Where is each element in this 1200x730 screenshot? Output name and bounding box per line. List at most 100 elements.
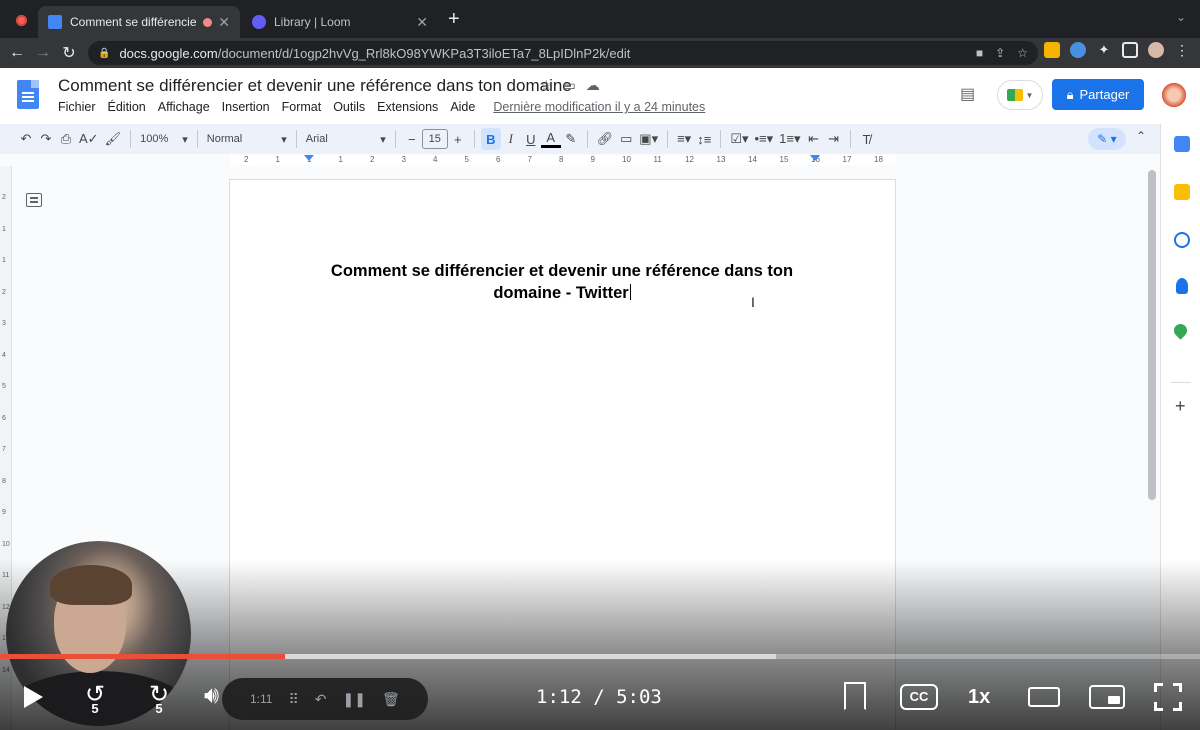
keep-icon[interactable] bbox=[1174, 184, 1190, 200]
star-icon[interactable]: ☆ bbox=[540, 77, 553, 94]
last-edit-link[interactable]: Dernière modification il y a 24 minutes bbox=[493, 100, 705, 114]
right-indent-marker-icon[interactable] bbox=[810, 155, 820, 161]
profile-avatar-icon[interactable] bbox=[1148, 42, 1164, 58]
contacts-icon[interactable] bbox=[1176, 278, 1188, 294]
bookmark-star-icon[interactable]: ☆ bbox=[1017, 46, 1028, 60]
line-spacing-icon[interactable]: ↕≡ bbox=[694, 128, 714, 150]
undo-icon[interactable]: ↶ bbox=[16, 128, 36, 150]
get-addons-plus-icon[interactable]: + bbox=[1175, 396, 1186, 417]
spellcheck-icon[interactable]: A✓ bbox=[76, 128, 102, 150]
tab-close-icon[interactable]: ✕ bbox=[416, 14, 428, 31]
highlight-color-icon[interactable]: ✎ bbox=[561, 128, 581, 150]
menu-outils[interactable]: Outils bbox=[333, 100, 365, 114]
increase-indent-icon[interactable]: ⇥ bbox=[824, 128, 844, 150]
menu-extensions[interactable]: Extensions bbox=[377, 100, 438, 114]
extensions-puzzle-icon[interactable]: ✦ bbox=[1096, 42, 1112, 58]
ruler-number: 13 bbox=[716, 155, 726, 164]
print-icon[interactable]: ⎙ bbox=[56, 128, 76, 150]
font-select[interactable]: Arial ▾ bbox=[303, 128, 389, 150]
font-value: Arial bbox=[305, 133, 328, 145]
italic-icon[interactable]: I bbox=[501, 128, 521, 150]
share-icon[interactable]: ⇪ bbox=[995, 46, 1005, 60]
webcam-hair bbox=[50, 565, 132, 605]
bold-icon[interactable]: B bbox=[480, 128, 501, 150]
decrease-indent-icon[interactable]: ⇤ bbox=[804, 128, 824, 150]
meet-button[interactable]: ▼ bbox=[997, 80, 1043, 110]
camera-icon[interactable]: ■ bbox=[976, 46, 983, 60]
document-outline-icon[interactable] bbox=[26, 193, 42, 207]
bulleted-list-icon[interactable]: •≡▾ bbox=[752, 128, 777, 150]
menu-format[interactable]: Format bbox=[282, 100, 322, 114]
comment-history-icon[interactable]: ▤ bbox=[960, 84, 975, 104]
font-size-input[interactable]: 15 bbox=[421, 129, 448, 149]
play-icon[interactable] bbox=[24, 686, 43, 708]
tasks-icon[interactable] bbox=[1174, 232, 1190, 248]
clear-formatting-icon[interactable]: T̸ bbox=[857, 128, 877, 150]
forward-arrow-icon[interactable]: → bbox=[30, 44, 56, 62]
address-bar[interactable]: 🔒 docs.google.com /document/d/1ogp2hvVg_… bbox=[88, 41, 1038, 65]
recorder-grip-icon[interactable]: ⠿ bbox=[288, 691, 298, 708]
video-progress-bar[interactable] bbox=[0, 654, 1200, 659]
numbered-list-icon[interactable]: 1≡▾ bbox=[776, 128, 803, 150]
calendar-icon[interactable] bbox=[1174, 136, 1190, 152]
back-arrow-icon[interactable]: ← bbox=[4, 44, 30, 62]
recorder-delete-icon[interactable]: 🗑︎ bbox=[382, 691, 400, 708]
menu-edition[interactable]: Édition bbox=[108, 100, 146, 114]
move-folder-icon[interactable]: ▭ bbox=[563, 77, 576, 94]
document-heading[interactable]: Comment se différencier et devenir une r… bbox=[312, 260, 812, 304]
extension-mail-icon[interactable] bbox=[1044, 42, 1060, 58]
playback-speed-button[interactable]: 1x bbox=[968, 686, 990, 709]
tab-close-icon[interactable]: ✕ bbox=[218, 14, 230, 31]
picture-in-picture-icon[interactable] bbox=[1089, 685, 1125, 709]
collapse-toolbar-chevron-icon[interactable]: ⌃ bbox=[1136, 129, 1146, 143]
paint-format-icon[interactable]: 🖌︎ bbox=[102, 128, 125, 150]
menu-insertion[interactable]: Insertion bbox=[222, 100, 270, 114]
vertical-ruler-number: 4 bbox=[2, 351, 6, 359]
menu-aide[interactable]: Aide bbox=[450, 100, 475, 114]
zoom-select[interactable]: 100% ▾ bbox=[137, 128, 191, 150]
tab-loom-library[interactable]: Library | Loom ✕ bbox=[242, 6, 438, 38]
recorder-restart-icon[interactable]: ↶ bbox=[315, 691, 327, 708]
document-title[interactable]: Comment se différencier et devenir une r… bbox=[58, 76, 572, 96]
new-tab-plus-icon[interactable]: + bbox=[448, 8, 460, 31]
maps-icon[interactable] bbox=[1171, 321, 1190, 340]
cloud-saved-icon[interactable]: ☁ bbox=[586, 77, 600, 94]
insert-link-icon[interactable]: 🔗︎ bbox=[594, 128, 617, 150]
underline-icon[interactable]: U bbox=[521, 128, 541, 150]
left-indent-marker-icon[interactable] bbox=[304, 155, 314, 161]
theater-mode-icon[interactable] bbox=[1028, 687, 1060, 707]
lock-icon: 🔒︎ bbox=[1066, 86, 1074, 102]
share-button[interactable]: 🔒︎ Partager bbox=[1052, 79, 1144, 110]
reload-icon[interactable]: ↻ bbox=[56, 43, 82, 63]
heading-line-2: domaine - Twitter bbox=[493, 284, 629, 302]
checklist-icon[interactable]: ☑▾ bbox=[727, 128, 751, 150]
insert-comment-icon[interactable]: ▭ bbox=[616, 128, 636, 150]
tab-search-chevron-icon[interactable]: ⌄ bbox=[1176, 10, 1186, 24]
decrease-font-size-icon[interactable]: − bbox=[402, 128, 422, 150]
volume-icon[interactable]: 🔊︎ bbox=[204, 682, 219, 710]
account-avatar[interactable] bbox=[1160, 81, 1188, 109]
fullscreen-icon[interactable] bbox=[1154, 683, 1182, 711]
redo-icon[interactable]: ↷ bbox=[36, 128, 56, 150]
skip-forward-button[interactable]: ↻ 5 bbox=[142, 678, 176, 716]
text-color-icon[interactable]: A bbox=[540, 130, 561, 148]
chevron-down-icon: ▾ bbox=[380, 133, 386, 146]
menu-affichage[interactable]: Affichage bbox=[158, 100, 210, 114]
insert-image-icon[interactable]: ▣▾ bbox=[636, 128, 661, 150]
sidebar-toggle-icon[interactable] bbox=[1122, 42, 1138, 58]
ruler-number: 6 bbox=[496, 155, 501, 164]
align-icon[interactable]: ≡▾ bbox=[674, 128, 694, 150]
skip-back-button[interactable]: ↺ 5 bbox=[78, 678, 112, 716]
scrollbar-thumb[interactable] bbox=[1148, 170, 1156, 500]
increase-font-size-icon[interactable]: + bbox=[448, 128, 468, 150]
closed-captions-button[interactable]: CC bbox=[900, 684, 938, 710]
recorder-pause-icon[interactable]: ❚❚ bbox=[342, 691, 365, 708]
extension-loom-icon[interactable] bbox=[1070, 42, 1086, 58]
google-docs-logo-icon[interactable] bbox=[17, 80, 39, 109]
window-close-icon[interactable] bbox=[16, 15, 27, 26]
tab-google-doc[interactable]: Comment se différencier et devenir une r… bbox=[38, 6, 240, 38]
editing-mode-button[interactable]: ✎ ▾ bbox=[1088, 128, 1126, 150]
menu-fichier[interactable]: Fichier bbox=[58, 100, 96, 114]
paragraph-style-select[interactable]: Normal ▾ bbox=[204, 128, 290, 150]
more-menu-icon[interactable]: ⋮ bbox=[1174, 42, 1190, 58]
